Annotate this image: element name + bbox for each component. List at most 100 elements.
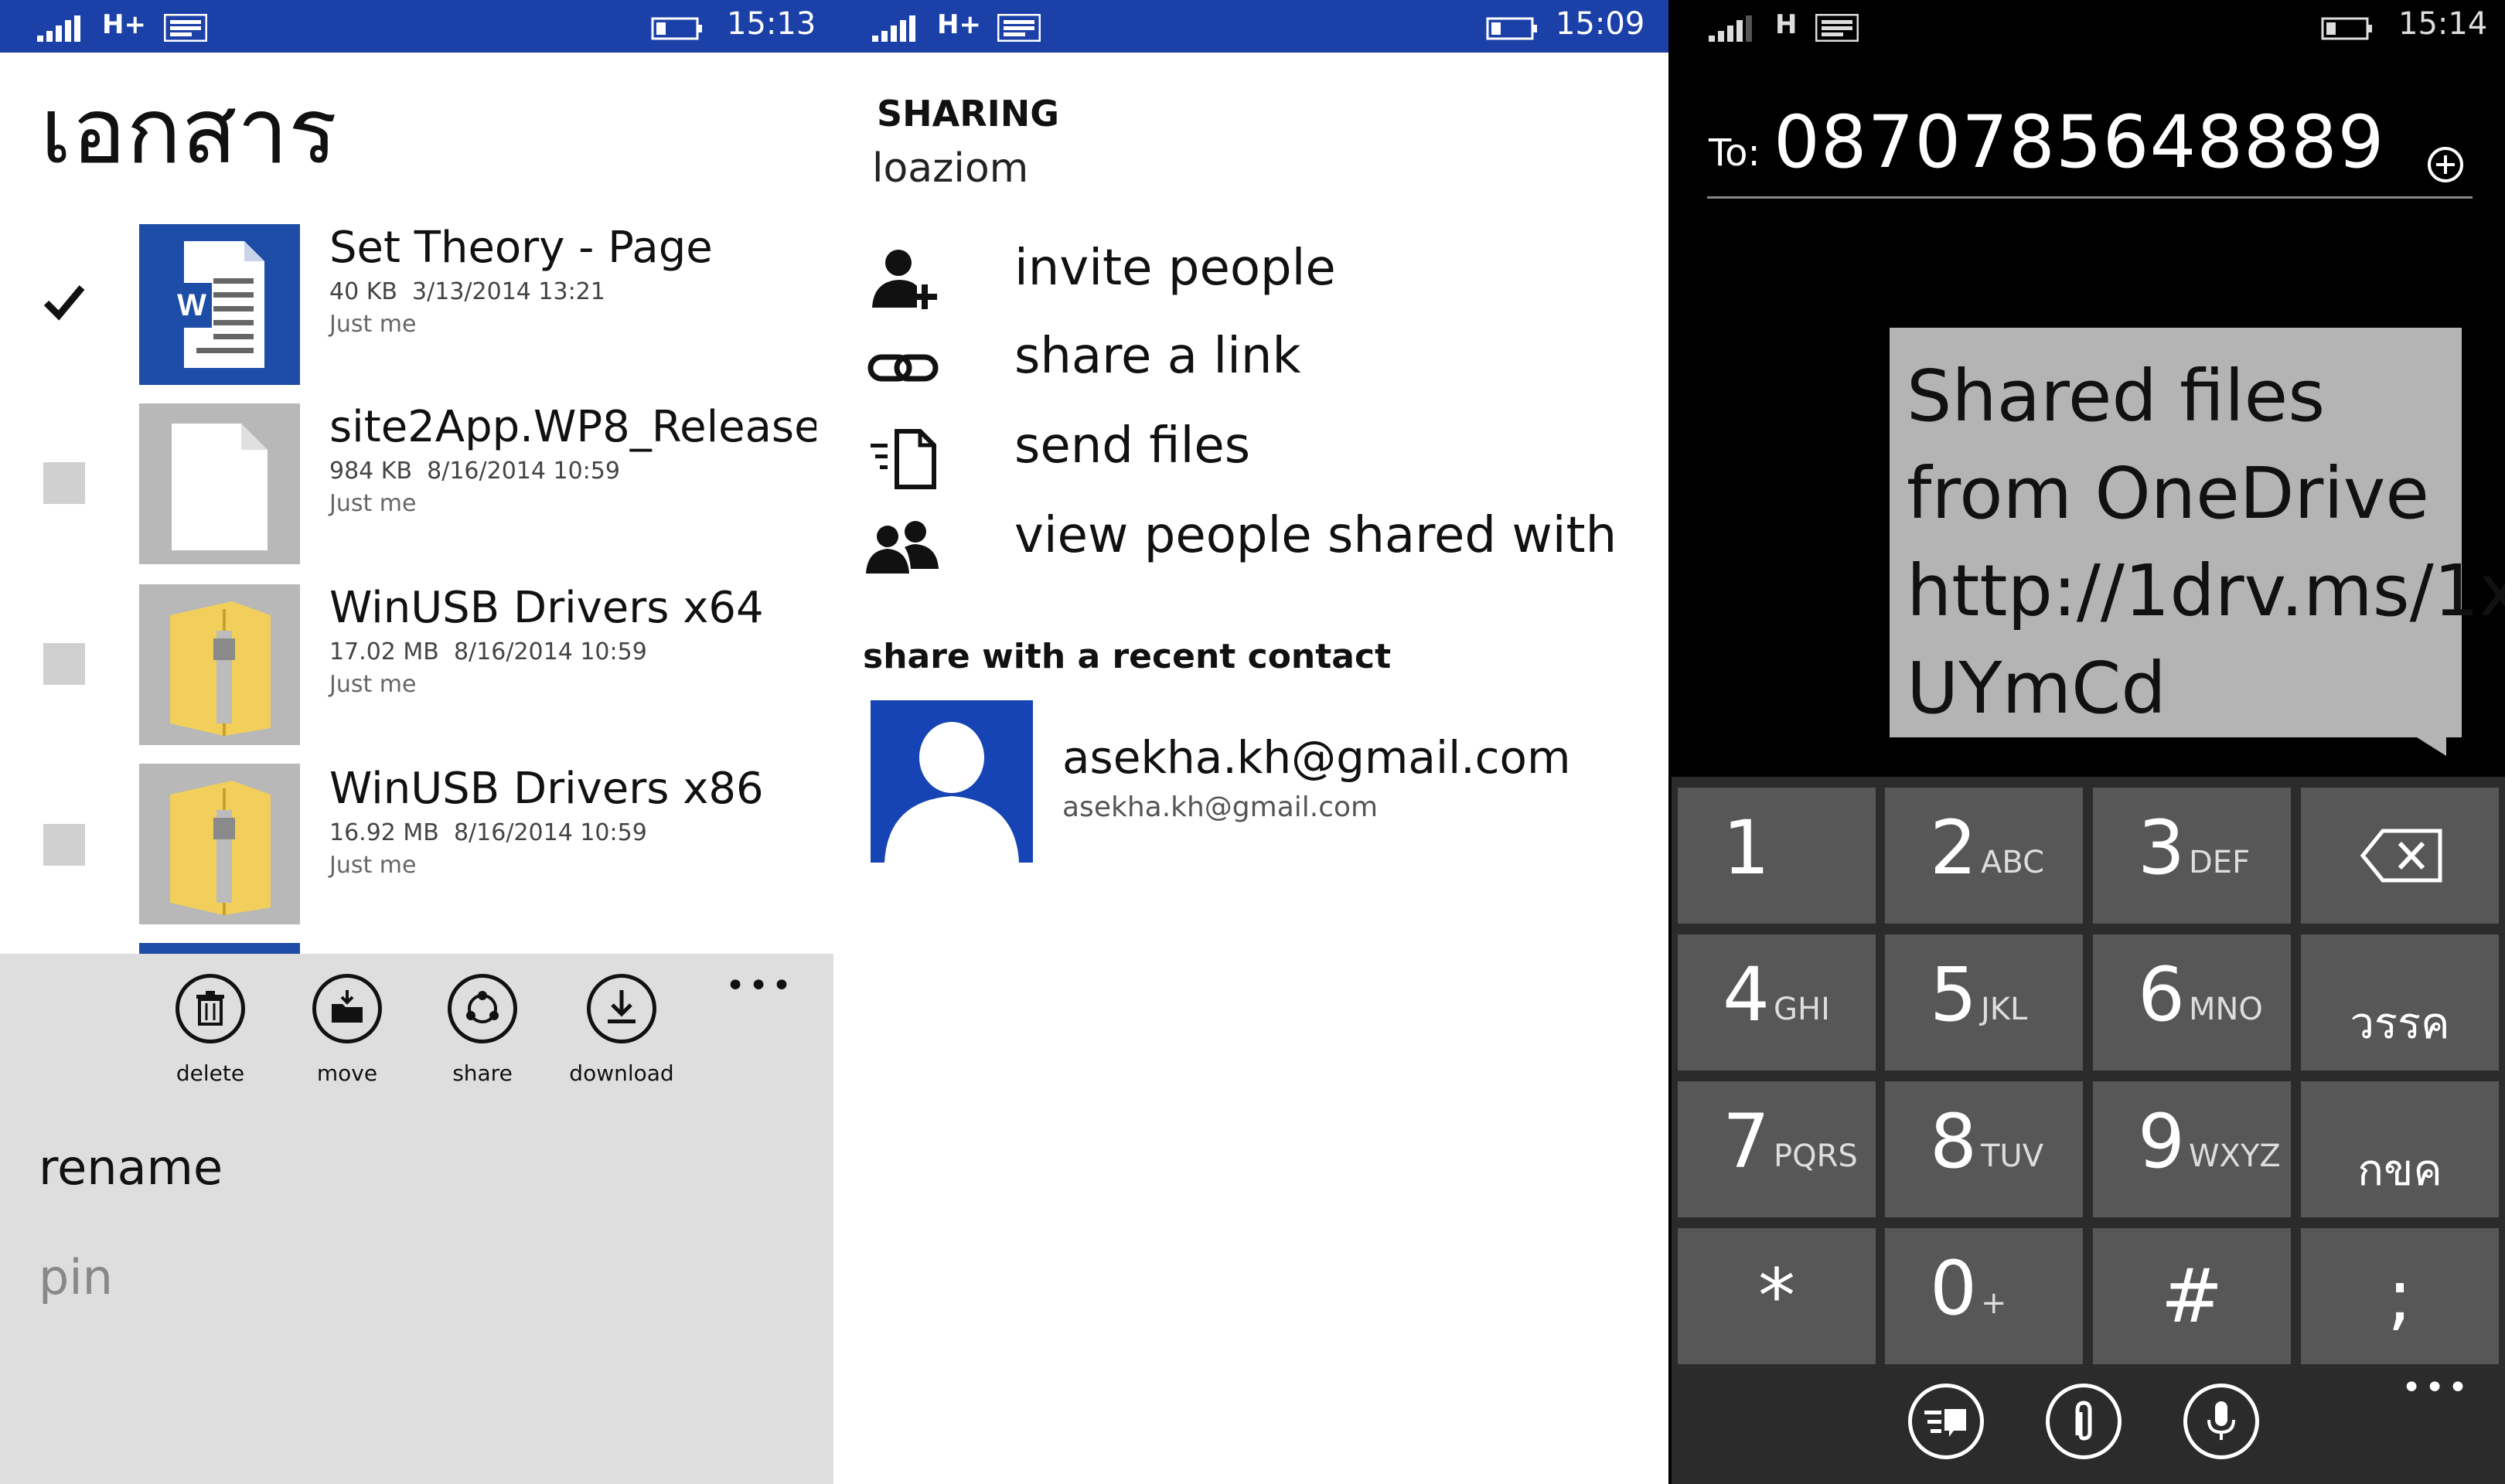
space-key[interactable]: วรรค: [2301, 934, 2499, 1070]
key-digit: 0: [1930, 1245, 1978, 1332]
trash-icon: [196, 991, 224, 1026]
message-options-button[interactable]: [1908, 1384, 1984, 1459]
to-label: To:: [1709, 131, 1760, 175]
file-owner: Just me: [329, 671, 417, 698]
move-button[interactable]: move: [278, 974, 417, 1086]
key-digit: 7: [1723, 1098, 1771, 1185]
signal-icon: [872, 15, 915, 42]
key-semicolon[interactable]: ;: [2301, 1228, 2499, 1364]
backspace-key[interactable]: [2301, 788, 2499, 924]
message-text: Shared files from OneDrive http://1drv.m…: [1907, 348, 2505, 737]
key-1[interactable]: 1: [1678, 788, 1876, 924]
download-icon: [608, 990, 636, 1023]
key-label: วรรค: [2350, 999, 2450, 1049]
file-date: 3/13/2014 13:21: [412, 278, 605, 305]
checkbox[interactable]: [43, 462, 85, 504]
key-hash[interactable]: #: [2093, 1228, 2291, 1364]
people-icon: [866, 521, 939, 574]
attach-icon: [2075, 1401, 2092, 1441]
shared-item-name: loaziom: [872, 145, 1029, 192]
key-7[interactable]: 7 PQRS: [1678, 1081, 1876, 1217]
page-title: เอกสาร: [40, 77, 338, 184]
delete-label: delete: [176, 1060, 245, 1086]
signal-icon: [1709, 15, 1752, 42]
key-6[interactable]: 6 MNO: [2093, 934, 2291, 1070]
key-3[interactable]: 3 DEF: [2093, 788, 2291, 924]
attach-button[interactable]: [2046, 1384, 2122, 1459]
file-date: 8/16/2014 10:59: [453, 819, 647, 846]
file-date: 8/16/2014 10:59: [427, 458, 620, 485]
key-asterisk[interactable]: *: [1678, 1228, 1876, 1364]
share-button[interactable]: share: [413, 974, 552, 1086]
file-row[interactable]: site2App.WP8_Release_A 984 KB 8/16/2014 …: [0, 402, 833, 572]
view-people-shared-with-option[interactable]: view people shared with: [864, 507, 1638, 584]
message-notification-icon: [997, 14, 1041, 42]
key-digit: 8: [1930, 1098, 1978, 1185]
partial-file-thumb: [139, 943, 300, 954]
option-label: send files: [1014, 417, 1251, 475]
more-options-icon[interactable]: •••: [725, 966, 795, 1006]
key-letters: MNO: [2189, 992, 2263, 1027]
message-notification-icon: [1815, 14, 1859, 42]
file-row[interactable]: WinUSB Drivers x86 16.92 MB 8/16/2014 10…: [0, 764, 833, 934]
message-bubble[interactable]: Shared files from OneDrive http://1drv.m…: [1890, 328, 2505, 737]
recent-contact[interactable]: asekha.kh@gmail.com asekha.kh@gmail.com: [871, 700, 1644, 863]
file-row[interactable]: W Set Theory - Page 40 KB 3/13/2014 13:2…: [0, 223, 833, 393]
invite-people-option[interactable]: invite people: [864, 240, 1638, 317]
recent-contact-header: share with a recent contact: [863, 637, 1392, 676]
key-letters: WXYZ: [2189, 1139, 2281, 1174]
link-icon: [867, 354, 939, 382]
pin-menu-item[interactable]: pin: [39, 1249, 113, 1305]
key-symbol: #: [2160, 1253, 2224, 1339]
key-2[interactable]: 2 ABC: [1885, 788, 2083, 924]
file-row[interactable]: WinUSB Drivers x64 17.02 MB 8/16/2014 10…: [0, 583, 833, 753]
file-meta: 16.92 MB 8/16/2014 10:59: [329, 819, 647, 846]
file-meta: 40 KB 3/13/2014 13:21: [329, 278, 605, 305]
contact-email: asekha.kh@gmail.com: [1062, 791, 1379, 823]
file-name: Set Theory - Page: [329, 223, 713, 273]
checkbox[interactable]: [43, 824, 85, 866]
contact-name: asekha.kh@gmail.com: [1062, 731, 1571, 784]
checkmark-icon: [43, 285, 85, 321]
key-9[interactable]: 9 WXYZ: [2093, 1081, 2291, 1217]
folder-move-icon: [332, 990, 363, 1023]
delete-button[interactable]: delete: [141, 974, 280, 1086]
add-person-icon: [872, 250, 937, 309]
bubble-tail: [2417, 737, 2446, 756]
option-label: view people shared with: [1014, 507, 1617, 564]
key-letters: ABC: [1981, 845, 2045, 880]
thai-layout-key[interactable]: กขค: [2301, 1081, 2499, 1217]
sharing-screen: H+ 15:09 SHARING loaziom invite people s…: [833, 0, 1668, 1484]
battery-icon: [651, 17, 702, 40]
message-line: UYmCd: [1907, 647, 2166, 730]
checkbox[interactable]: [43, 281, 85, 323]
person-placeholder-icon: [884, 722, 1019, 863]
key-8[interactable]: 8 TUV: [1885, 1081, 2083, 1217]
microphone-icon: [2207, 1401, 2235, 1440]
message-notification-icon: [164, 14, 207, 42]
checkbox[interactable]: [43, 643, 85, 685]
file-size: 40 KB: [329, 278, 397, 305]
add-recipient-icon[interactable]: [2426, 145, 2465, 184]
download-button[interactable]: download: [552, 974, 691, 1086]
send-files-icon: [871, 429, 936, 489]
file-owner: Just me: [329, 490, 417, 517]
rename-menu-item[interactable]: rename: [39, 1139, 223, 1196]
recipient-field[interactable]: 0870785648889: [1774, 100, 2384, 185]
microphone-button[interactable]: [2183, 1384, 2259, 1459]
key-5[interactable]: 5 JKL: [1885, 934, 2083, 1070]
key-digit: 1: [1723, 805, 1771, 891]
key-digit: 6: [2138, 951, 2186, 1038]
message-line: from OneDrive: [1907, 452, 2429, 535]
key-0[interactable]: 0 +: [1885, 1228, 2083, 1364]
file-name: WinUSB Drivers x64: [329, 583, 764, 633]
share-link-option[interactable]: share a link: [864, 328, 1638, 405]
word-document-icon: W: [139, 224, 300, 385]
blank-file-icon: [139, 403, 300, 564]
key-4[interactable]: 4 GHI: [1678, 934, 1876, 1070]
more-options-icon[interactable]: •••: [2401, 1368, 2471, 1407]
dialpad-keyboard: 1 2 ABC 3 DEF 4 GHI 5 JKL 6 MNO วรรค 7 PQRS 8T…: [1672, 777, 2505, 1484]
sharing-title: SHARING: [877, 93, 1060, 134]
send-files-option[interactable]: send files: [864, 417, 1638, 495]
key-letters: PQRS: [1774, 1139, 1858, 1174]
